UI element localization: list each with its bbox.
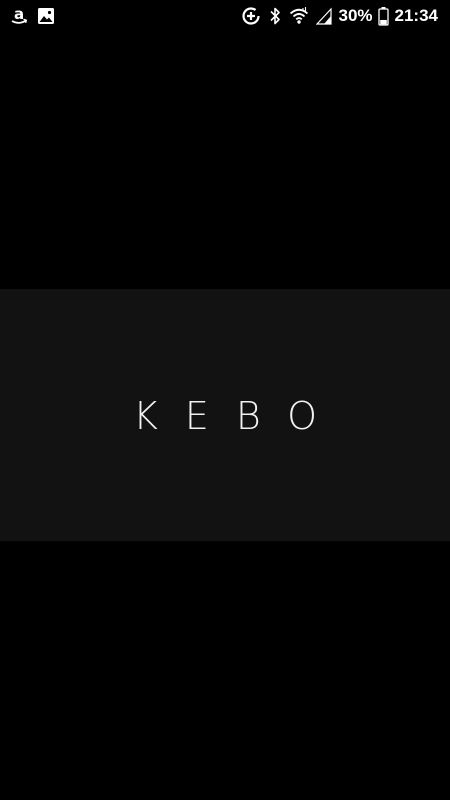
app-logo-text: KEBO [132,394,345,438]
image-icon [37,7,55,25]
system-status: 30% 21:34 [234,4,438,28]
status-bar: a 30% 21:34 [0,0,450,32]
data-saver-icon [241,6,261,26]
battery-percent: 30% [338,6,373,25]
battery-icon [377,6,389,26]
notification-icons: a [10,6,55,26]
cell-signal-icon [316,7,333,25]
wifi-icon [289,6,309,26]
bluetooth-icon [268,6,282,26]
clock: 21:34 [394,6,438,25]
svg-text:a: a [14,6,24,23]
amazon-icon: a [10,6,28,26]
